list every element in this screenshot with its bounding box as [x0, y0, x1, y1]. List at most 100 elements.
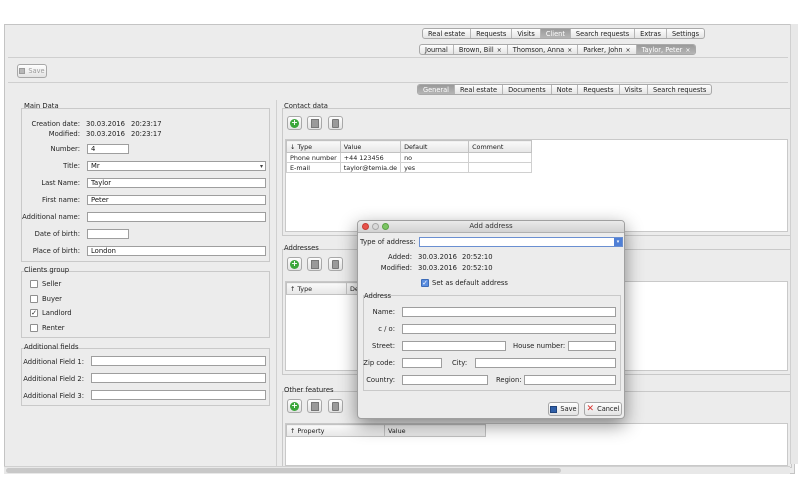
- edit-icon: [310, 259, 319, 269]
- last-name-field[interactable]: Taylor: [87, 178, 266, 188]
- edit-address-button[interactable]: [307, 257, 322, 271]
- add-address-button[interactable]: +: [287, 257, 302, 271]
- column-type-header[interactable]: ↓ Type: [286, 140, 341, 153]
- landlord-option[interactable]: ✓ Landlord: [30, 309, 72, 317]
- addresses-table: ↑ Type De: [286, 282, 366, 295]
- save-button[interactable]: Save: [17, 64, 47, 78]
- number-field[interactable]: 4: [87, 144, 129, 154]
- street-field[interactable]: [402, 341, 506, 351]
- additional-field-1-input[interactable]: [91, 356, 266, 366]
- region-label: Region:: [496, 376, 522, 384]
- save-icon: [19, 68, 26, 74]
- table-cell: [468, 162, 532, 173]
- scrollbar-thumb[interactable]: [6, 468, 561, 473]
- tab-documents[interactable]: Documents: [503, 85, 552, 94]
- tab-settings[interactable]: Settings: [667, 29, 704, 38]
- edit-feature-button[interactable]: [307, 399, 322, 413]
- dialog-titlebar[interactable]: Add address: [358, 221, 624, 233]
- city-field[interactable]: [475, 358, 616, 368]
- tab-extras[interactable]: Extras: [635, 29, 667, 38]
- title-select[interactable]: Mr ▾: [87, 161, 266, 171]
- country-label: Country:: [366, 376, 395, 384]
- tab-visits-sub[interactable]: Visits: [620, 85, 649, 94]
- tab-requests-sub[interactable]: Requests: [578, 85, 620, 94]
- additional-name-field[interactable]: [87, 212, 266, 222]
- delete-address-button[interactable]: [328, 257, 343, 271]
- split-divider[interactable]: [276, 100, 277, 468]
- client-tab-taylor-peter[interactable]: Taylor, Peter ×: [636, 45, 696, 54]
- additional-field-2-input[interactable]: [91, 373, 266, 383]
- close-tab-icon[interactable]: ×: [626, 47, 631, 54]
- client-tab-brown-bill[interactable]: Brown, Bill ×: [454, 45, 508, 54]
- table-header: ↑ Type De: [286, 282, 366, 295]
- delete-feature-button[interactable]: [328, 399, 343, 413]
- close-tab-icon[interactable]: ×: [567, 47, 572, 54]
- save-icon: [550, 405, 558, 413]
- close-tab-icon[interactable]: ×: [685, 47, 690, 54]
- client-tab-journal[interactable]: Journal: [420, 45, 454, 54]
- place-of-birth-field[interactable]: London: [87, 246, 266, 256]
- horizontal-scrollbar[interactable]: [4, 466, 790, 474]
- date-of-birth-field[interactable]: [87, 229, 129, 239]
- region-field[interactable]: [524, 375, 616, 385]
- tab-general[interactable]: General: [418, 85, 455, 94]
- delete-contact-button[interactable]: [328, 116, 343, 130]
- creation-time-value: 20:23:17: [131, 120, 162, 128]
- column-value-header[interactable]: Value: [384, 424, 486, 437]
- table-row[interactable]: E-mail taylor@temia.de yes: [286, 162, 532, 173]
- add-feature-button[interactable]: +: [287, 399, 302, 413]
- tab-requests[interactable]: Requests: [471, 29, 513, 38]
- type-of-address-select[interactable]: ▾: [419, 237, 623, 247]
- seller-checkbox[interactable]: [30, 280, 38, 288]
- column-type-header[interactable]: ↑ Type: [286, 282, 347, 295]
- tab-real-estate-sub[interactable]: Real estate: [455, 85, 504, 94]
- edit-contact-button[interactable]: [307, 116, 322, 130]
- main-data-title: Main Data: [24, 102, 59, 110]
- vertical-scrollbar[interactable]: [790, 24, 798, 464]
- additional-field-3-input[interactable]: [91, 390, 266, 400]
- client-tab-parker-john[interactable]: Parker, John ×: [578, 45, 637, 54]
- added-label: Added:: [388, 253, 412, 261]
- buyer-option[interactable]: Buyer: [30, 295, 62, 303]
- add-contact-button[interactable]: +: [287, 116, 302, 130]
- co-field[interactable]: [402, 324, 616, 334]
- save-button-label: Save: [28, 67, 45, 75]
- add-icon: +: [290, 401, 299, 411]
- zip-code-field[interactable]: [402, 358, 442, 368]
- column-default-header[interactable]: Default: [400, 140, 470, 153]
- renter-checkbox[interactable]: [30, 324, 38, 332]
- house-number-field[interactable]: [568, 341, 616, 351]
- set-default-option[interactable]: ✓ Set as default address: [421, 279, 508, 287]
- buyer-label: Buyer: [42, 295, 62, 303]
- addresses-title: Addresses: [284, 244, 319, 252]
- landlord-checkbox[interactable]: ✓: [30, 309, 38, 317]
- tab-client[interactable]: Client: [540, 29, 571, 38]
- column-comment-header[interactable]: Comment: [468, 140, 532, 153]
- first-name-field[interactable]: Peter: [87, 195, 266, 205]
- additional-field-3-label: Additional Field 3:: [23, 392, 84, 400]
- tab-search-requests-sub[interactable]: Search requests: [648, 85, 711, 94]
- name-field[interactable]: [402, 307, 616, 317]
- dialog-save-button[interactable]: Save: [548, 402, 579, 416]
- table-cell: yes: [400, 162, 470, 173]
- column-property-header[interactable]: ↑ Property: [286, 424, 385, 437]
- chevron-down-icon: ▾: [614, 238, 622, 246]
- set-default-checkbox[interactable]: ✓: [421, 279, 429, 287]
- seller-option[interactable]: Seller: [30, 280, 61, 288]
- country-field[interactable]: [402, 375, 488, 385]
- tab-real-estate[interactable]: Real estate: [423, 29, 472, 38]
- client-tab-thomson-anna[interactable]: Thomson, Anna ×: [508, 45, 579, 54]
- buyer-checkbox[interactable]: [30, 295, 38, 303]
- table-row[interactable]: Phone number +44 123456 no: [286, 152, 532, 163]
- toolbar-divider: [8, 82, 788, 83]
- dialog-cancel-button[interactable]: ✕ Cancel: [584, 402, 622, 416]
- column-value-header[interactable]: Value: [339, 140, 402, 153]
- tab-note[interactable]: Note: [552, 85, 579, 94]
- close-tab-icon[interactable]: ×: [497, 47, 502, 54]
- tab-visits[interactable]: Visits: [512, 29, 541, 38]
- tab-search-requests[interactable]: Search requests: [571, 29, 636, 38]
- additional-fields-title: Additional fields: [24, 343, 79, 351]
- renter-option[interactable]: Renter: [30, 324, 65, 332]
- client-tab-label: Brown, Bill: [458, 46, 494, 54]
- table-cell: taylor@temia.de: [339, 162, 402, 173]
